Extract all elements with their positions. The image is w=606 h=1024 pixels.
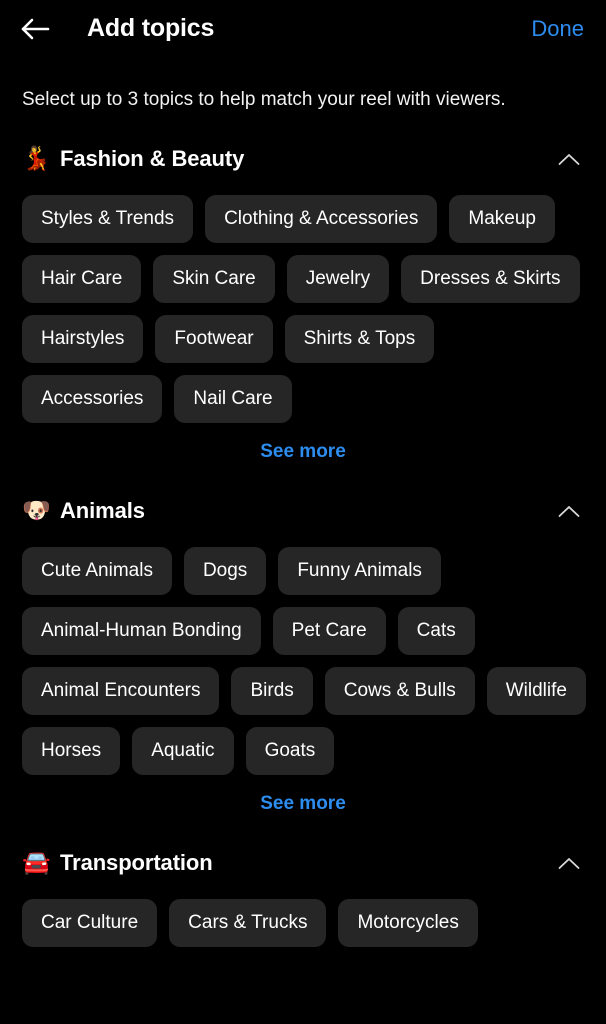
- topic-chip[interactable]: Animal-Human Bonding: [22, 606, 261, 655]
- chevron-up-icon[interactable]: [554, 144, 584, 174]
- topic-chip[interactable]: Jewelry: [286, 254, 390, 303]
- topic-chip[interactable]: Pet Care: [272, 606, 386, 655]
- chevron-up-icon[interactable]: [554, 848, 584, 878]
- app-header: Add topics Done: [0, 0, 606, 57]
- topic-chip[interactable]: Skin Care: [153, 254, 275, 303]
- topic-chip[interactable]: Hairstyles: [22, 314, 144, 363]
- topic-chip[interactable]: Cows & Bulls: [324, 666, 475, 715]
- chevron-up-icon[interactable]: [554, 496, 584, 526]
- topic-chip[interactable]: Styles & Trends: [22, 194, 194, 243]
- topic-chip[interactable]: Dresses & Skirts: [401, 254, 580, 303]
- chip-group-fashion-beauty: Styles & Trends Clothing & Accessories Mak…: [0, 179, 606, 423]
- topic-chip[interactable]: Funny Animals: [278, 546, 441, 595]
- section-header-fashion-beauty[interactable]: 💃 Fashion & Beauty: [0, 139, 606, 179]
- see-more-link[interactable]: See more: [260, 793, 346, 815]
- see-more-row-fashion-beauty: See more: [0, 423, 606, 463]
- topic-chip[interactable]: Horses: [22, 726, 121, 775]
- topic-chip[interactable]: Accessories: [22, 374, 163, 423]
- topic-chip[interactable]: Cute Animals: [22, 546, 172, 595]
- section-header-transportation[interactable]: 🚘 Transportation: [0, 843, 606, 883]
- topic-chip[interactable]: Dogs: [183, 546, 267, 595]
- topic-chip[interactable]: Footwear: [155, 314, 273, 363]
- topic-chip[interactable]: Goats: [245, 726, 335, 775]
- chip-group-animals: Cute Animals Dogs Funny Animals Animal-Huma…: [0, 531, 606, 775]
- topic-chip[interactable]: Cats: [397, 606, 475, 655]
- topic-chip[interactable]: Motorcycles: [338, 898, 478, 947]
- topic-section-animals: 🐶 Animals Cute Animals Dogs Funny Animals Ani…: [0, 491, 606, 843]
- subtitle-text: Select up to 3 topics to help match your…: [22, 89, 506, 110]
- see-more-link[interactable]: See more: [260, 441, 346, 463]
- section-title-transportation: Transportation: [60, 849, 213, 875]
- section-title-animals: Animals: [60, 497, 145, 523]
- done-button[interactable]: Done: [531, 16, 584, 42]
- topic-chip[interactable]: Clothing & Accessories: [205, 194, 438, 243]
- car-emoji: 🚘: [22, 849, 51, 876]
- back-button[interactable]: [20, 8, 62, 50]
- add-topics-screen: Add topics Done Select up to 3 topics to…: [0, 0, 606, 1024]
- page-title: Add topics: [87, 14, 215, 42]
- topic-chip[interactable]: Wildlife: [486, 666, 586, 715]
- topic-chip[interactable]: Nail Care: [174, 374, 292, 423]
- see-more-row-animals: See more: [0, 775, 606, 815]
- topic-section-fashion-beauty: 💃 Fashion & Beauty Styles & Trends Clothing…: [0, 139, 606, 491]
- section-title-fashion-beauty: Fashion & Beauty: [60, 145, 245, 171]
- dog-face-emoji: 🐶: [22, 497, 51, 524]
- topic-chip[interactable]: Animal Encounters: [22, 666, 220, 715]
- topics-list: 💃 Fashion & Beauty Styles & Trends Clothing…: [0, 112, 606, 975]
- arrow-left-icon: [20, 17, 50, 41]
- topic-section-transportation: 🚘 Transportation Car Culture Cars & Trucks M…: [0, 843, 606, 975]
- topic-chip[interactable]: Makeup: [449, 194, 555, 243]
- section-header-animals[interactable]: 🐶 Animals: [0, 491, 606, 531]
- dancer-emoji: 💃: [22, 145, 51, 172]
- topic-chip[interactable]: Aquatic: [132, 726, 234, 775]
- topic-chip[interactable]: Cars & Trucks: [169, 898, 327, 947]
- topic-chip[interactable]: Birds: [231, 666, 313, 715]
- topic-chip[interactable]: Hair Care: [22, 254, 142, 303]
- topic-chip[interactable]: Car Culture: [22, 898, 158, 947]
- topic-chip[interactable]: Shirts & Tops: [284, 314, 435, 363]
- chip-group-transportation: Car Culture Cars & Trucks Motorcycles: [0, 883, 606, 947]
